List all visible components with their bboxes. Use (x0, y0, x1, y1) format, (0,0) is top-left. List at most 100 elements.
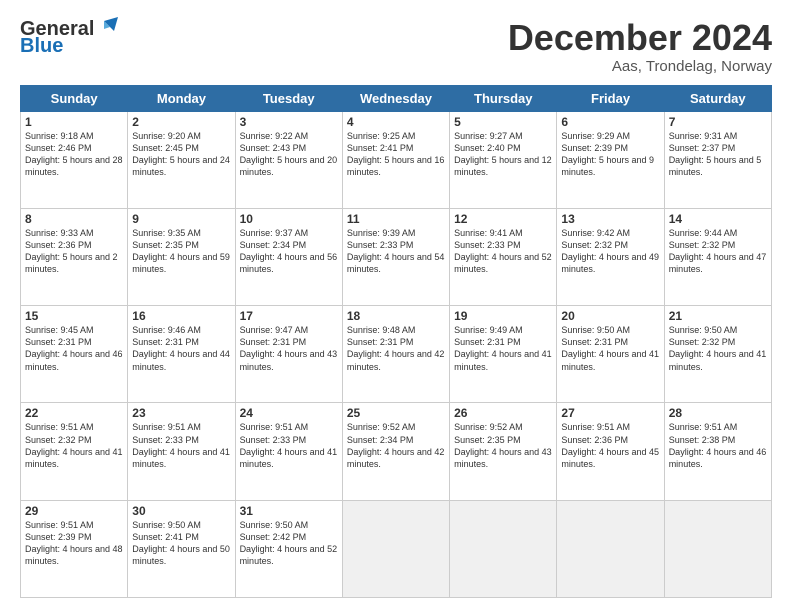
day-number: 10 (240, 212, 338, 226)
cell-info: Sunrise: 9:39 AMSunset: 2:33 PMDaylight:… (347, 228, 445, 274)
empty-cell (664, 500, 771, 597)
page: General Blue December 2024 Aas, Trondela… (0, 0, 792, 612)
day-number: 27 (561, 406, 659, 420)
cell-info: Sunrise: 9:42 AMSunset: 2:32 PMDaylight:… (561, 228, 659, 274)
calendar-cell: 18 Sunrise: 9:48 AMSunset: 2:31 PMDaylig… (342, 306, 449, 403)
calendar-cell: 9 Sunrise: 9:35 AMSunset: 2:35 PMDayligh… (128, 208, 235, 305)
logo-block: General Blue (20, 18, 118, 58)
day-number: 20 (561, 309, 659, 323)
calendar-cell: 2 Sunrise: 9:20 AMSunset: 2:45 PMDayligh… (128, 111, 235, 208)
calendar-cell: 5 Sunrise: 9:27 AMSunset: 2:40 PMDayligh… (450, 111, 557, 208)
calendar-cell: 11 Sunrise: 9:39 AMSunset: 2:33 PMDaylig… (342, 208, 449, 305)
calendar-cell: 21 Sunrise: 9:50 AMSunset: 2:32 PMDaylig… (664, 306, 771, 403)
dow-header: Monday (128, 85, 235, 111)
calendar-cell: 15 Sunrise: 9:45 AMSunset: 2:31 PMDaylig… (21, 306, 128, 403)
month-title: December 2024 (508, 18, 772, 58)
calendar-table: SundayMondayTuesdayWednesdayThursdayFrid… (20, 85, 772, 598)
cell-info: Sunrise: 9:50 AMSunset: 2:32 PMDaylight:… (669, 325, 767, 371)
calendar-cell: 26 Sunrise: 9:52 AMSunset: 2:35 PMDaylig… (450, 403, 557, 500)
cell-info: Sunrise: 9:20 AMSunset: 2:45 PMDaylight:… (132, 131, 230, 177)
calendar-cell: 8 Sunrise: 9:33 AMSunset: 2:36 PMDayligh… (21, 208, 128, 305)
header: General Blue December 2024 Aas, Trondela… (20, 18, 772, 75)
cell-info: Sunrise: 9:50 AMSunset: 2:41 PMDaylight:… (132, 520, 230, 566)
cell-info: Sunrise: 9:29 AMSunset: 2:39 PMDaylight:… (561, 131, 654, 177)
calendar-cell: 16 Sunrise: 9:46 AMSunset: 2:31 PMDaylig… (128, 306, 235, 403)
day-number: 14 (669, 212, 767, 226)
cell-info: Sunrise: 9:51 AMSunset: 2:39 PMDaylight:… (25, 520, 123, 566)
day-number: 29 (25, 504, 123, 518)
calendar-cell: 6 Sunrise: 9:29 AMSunset: 2:39 PMDayligh… (557, 111, 664, 208)
cell-info: Sunrise: 9:31 AMSunset: 2:37 PMDaylight:… (669, 131, 762, 177)
day-number: 2 (132, 115, 230, 129)
calendar-cell: 28 Sunrise: 9:51 AMSunset: 2:38 PMDaylig… (664, 403, 771, 500)
location: Aas, Trondelag, Norway (508, 58, 772, 75)
dow-header: Tuesday (235, 85, 342, 111)
calendar-cell: 22 Sunrise: 9:51 AMSunset: 2:32 PMDaylig… (21, 403, 128, 500)
cell-info: Sunrise: 9:48 AMSunset: 2:31 PMDaylight:… (347, 325, 445, 371)
day-number: 26 (454, 406, 552, 420)
day-number: 1 (25, 115, 123, 129)
calendar-cell: 10 Sunrise: 9:37 AMSunset: 2:34 PMDaylig… (235, 208, 342, 305)
day-number: 30 (132, 504, 230, 518)
day-number: 8 (25, 212, 123, 226)
calendar-cell: 13 Sunrise: 9:42 AMSunset: 2:32 PMDaylig… (557, 208, 664, 305)
day-number: 16 (132, 309, 230, 323)
calendar-cell: 14 Sunrise: 9:44 AMSunset: 2:32 PMDaylig… (664, 208, 771, 305)
day-number: 18 (347, 309, 445, 323)
calendar-cell: 23 Sunrise: 9:51 AMSunset: 2:33 PMDaylig… (128, 403, 235, 500)
day-number: 15 (25, 309, 123, 323)
day-number: 23 (132, 406, 230, 420)
day-number: 11 (347, 212, 445, 226)
cell-info: Sunrise: 9:51 AMSunset: 2:33 PMDaylight:… (132, 422, 230, 468)
empty-cell (450, 500, 557, 597)
title-area: December 2024 Aas, Trondelag, Norway (508, 18, 772, 75)
calendar-cell: 30 Sunrise: 9:50 AMSunset: 2:41 PMDaylig… (128, 500, 235, 597)
cell-info: Sunrise: 9:49 AMSunset: 2:31 PMDaylight:… (454, 325, 552, 371)
calendar-cell: 12 Sunrise: 9:41 AMSunset: 2:33 PMDaylig… (450, 208, 557, 305)
day-number: 9 (132, 212, 230, 226)
cell-info: Sunrise: 9:22 AMSunset: 2:43 PMDaylight:… (240, 131, 338, 177)
cell-info: Sunrise: 9:50 AMSunset: 2:31 PMDaylight:… (561, 325, 659, 371)
day-number: 28 (669, 406, 767, 420)
dow-header: Wednesday (342, 85, 449, 111)
day-number: 4 (347, 115, 445, 129)
calendar-cell: 19 Sunrise: 9:49 AMSunset: 2:31 PMDaylig… (450, 306, 557, 403)
day-number: 19 (454, 309, 552, 323)
day-number: 12 (454, 212, 552, 226)
dow-header: Thursday (450, 85, 557, 111)
calendar-cell: 25 Sunrise: 9:52 AMSunset: 2:34 PMDaylig… (342, 403, 449, 500)
calendar-cell: 20 Sunrise: 9:50 AMSunset: 2:31 PMDaylig… (557, 306, 664, 403)
calendar-cell: 17 Sunrise: 9:47 AMSunset: 2:31 PMDaylig… (235, 306, 342, 403)
cell-info: Sunrise: 9:51 AMSunset: 2:38 PMDaylight:… (669, 422, 767, 468)
day-number: 13 (561, 212, 659, 226)
day-number: 5 (454, 115, 552, 129)
cell-info: Sunrise: 9:27 AMSunset: 2:40 PMDaylight:… (454, 131, 552, 177)
day-number: 21 (669, 309, 767, 323)
calendar-cell: 27 Sunrise: 9:51 AMSunset: 2:36 PMDaylig… (557, 403, 664, 500)
cell-info: Sunrise: 9:50 AMSunset: 2:42 PMDaylight:… (240, 520, 338, 566)
cell-info: Sunrise: 9:18 AMSunset: 2:46 PMDaylight:… (25, 131, 123, 177)
cell-info: Sunrise: 9:37 AMSunset: 2:34 PMDaylight:… (240, 228, 338, 274)
cell-info: Sunrise: 9:52 AMSunset: 2:35 PMDaylight:… (454, 422, 552, 468)
dow-header: Sunday (21, 85, 128, 111)
day-number: 6 (561, 115, 659, 129)
dow-header: Friday (557, 85, 664, 111)
dow-header: Saturday (664, 85, 771, 111)
day-number: 3 (240, 115, 338, 129)
empty-cell (342, 500, 449, 597)
cell-info: Sunrise: 9:52 AMSunset: 2:34 PMDaylight:… (347, 422, 445, 468)
cell-info: Sunrise: 9:47 AMSunset: 2:31 PMDaylight:… (240, 325, 338, 371)
calendar-cell: 29 Sunrise: 9:51 AMSunset: 2:39 PMDaylig… (21, 500, 128, 597)
logo: General Blue (20, 18, 118, 58)
calendar-cell: 1 Sunrise: 9:18 AMSunset: 2:46 PMDayligh… (21, 111, 128, 208)
empty-cell (557, 500, 664, 597)
day-number: 25 (347, 406, 445, 420)
cell-info: Sunrise: 9:25 AMSunset: 2:41 PMDaylight:… (347, 131, 445, 177)
day-number: 22 (25, 406, 123, 420)
day-number: 24 (240, 406, 338, 420)
logo-bird-icon (96, 17, 118, 39)
calendar-cell: 31 Sunrise: 9:50 AMSunset: 2:42 PMDaylig… (235, 500, 342, 597)
cell-info: Sunrise: 9:51 AMSunset: 2:36 PMDaylight:… (561, 422, 659, 468)
calendar-cell: 7 Sunrise: 9:31 AMSunset: 2:37 PMDayligh… (664, 111, 771, 208)
day-number: 31 (240, 504, 338, 518)
